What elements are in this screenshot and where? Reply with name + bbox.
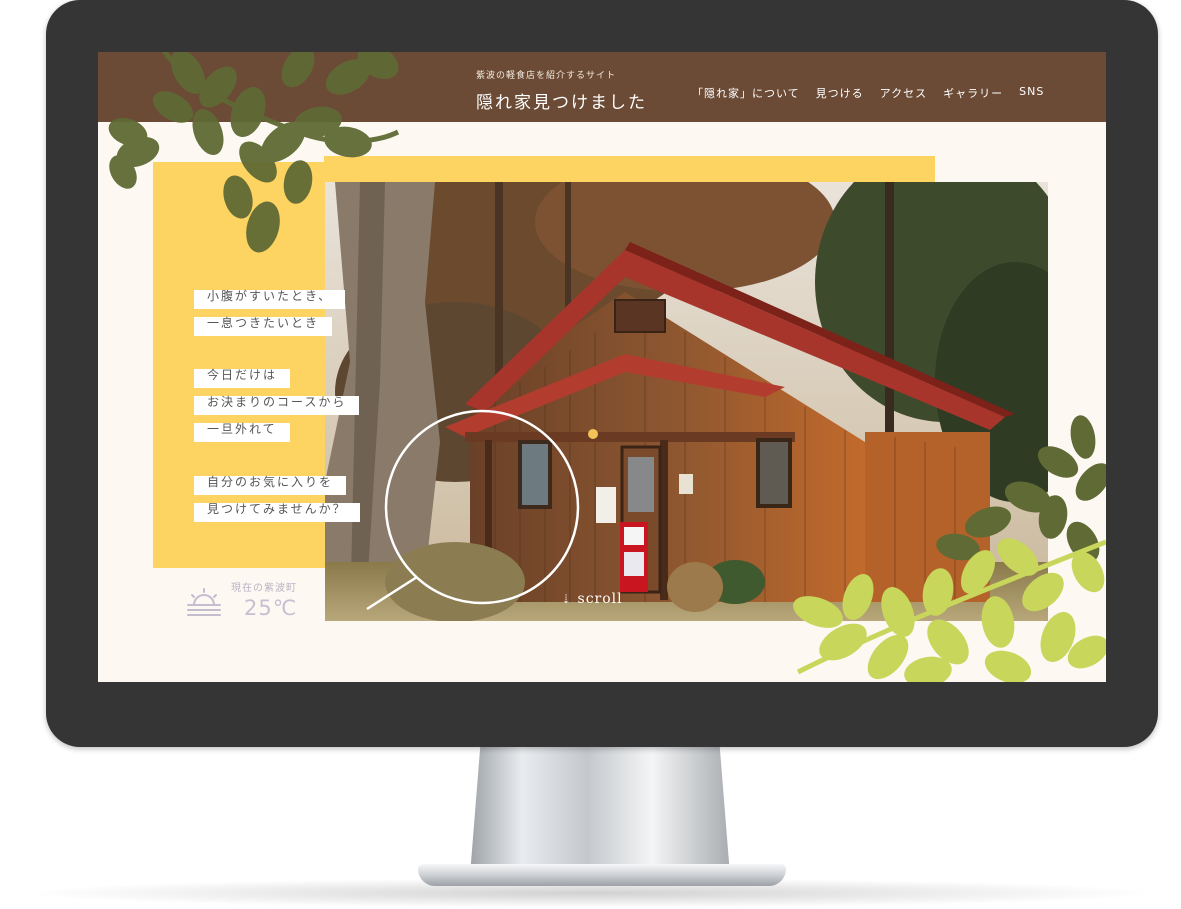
yellow-accent-bar (324, 156, 935, 182)
nav-item-gallery[interactable]: ギャラリー (943, 85, 1003, 101)
scroll-indicator[interactable]: ⇣ scroll (561, 591, 623, 607)
hero-line: 一旦外れて (194, 423, 290, 442)
hero-line: 今日だけは (194, 369, 291, 388)
scroll-label: scroll (577, 591, 623, 607)
weather-temperature: 25℃ (244, 596, 298, 620)
site-tagline: 紫波の軽食店を紹介するサイト (476, 71, 617, 81)
hero-line: 一息つきたいとき (194, 317, 333, 336)
monitor-base (418, 864, 786, 886)
scroll-arrow-icon: ⇣ (561, 592, 573, 606)
sunrise-icon (187, 588, 221, 616)
hero-photo (325, 182, 1048, 621)
hero-line: 小腹がすいたとき、 (194, 290, 346, 309)
hero-line: 自分のお気に入りを (194, 476, 347, 495)
site-title[interactable]: 隠れ家見つけました (476, 88, 647, 113)
nav-item-about[interactable]: 「隠れ家」について (692, 85, 800, 101)
nav-item-find[interactable]: 見つける (816, 85, 864, 101)
main-nav: 「隠れ家」について 見つける アクセス ギャラリー SNS (692, 85, 1044, 101)
weather-location-label: 現在の紫波町 (231, 583, 297, 594)
hero-line: 見つけてみませんか？ (194, 503, 360, 522)
site-header: 紫波の軽食店を紹介するサイト 隠れ家見つけました 「隠れ家」について 見つける … (98, 52, 1106, 122)
monitor-stand (470, 745, 730, 875)
hero-line: お決まりのコースから (194, 396, 360, 415)
website-screen: 紫波の軽食店を紹介するサイト 隠れ家見つけました 「隠れ家」について 見つける … (98, 52, 1106, 682)
nav-item-access[interactable]: アクセス (880, 85, 927, 101)
nav-item-sns[interactable]: SNS (1019, 85, 1044, 101)
